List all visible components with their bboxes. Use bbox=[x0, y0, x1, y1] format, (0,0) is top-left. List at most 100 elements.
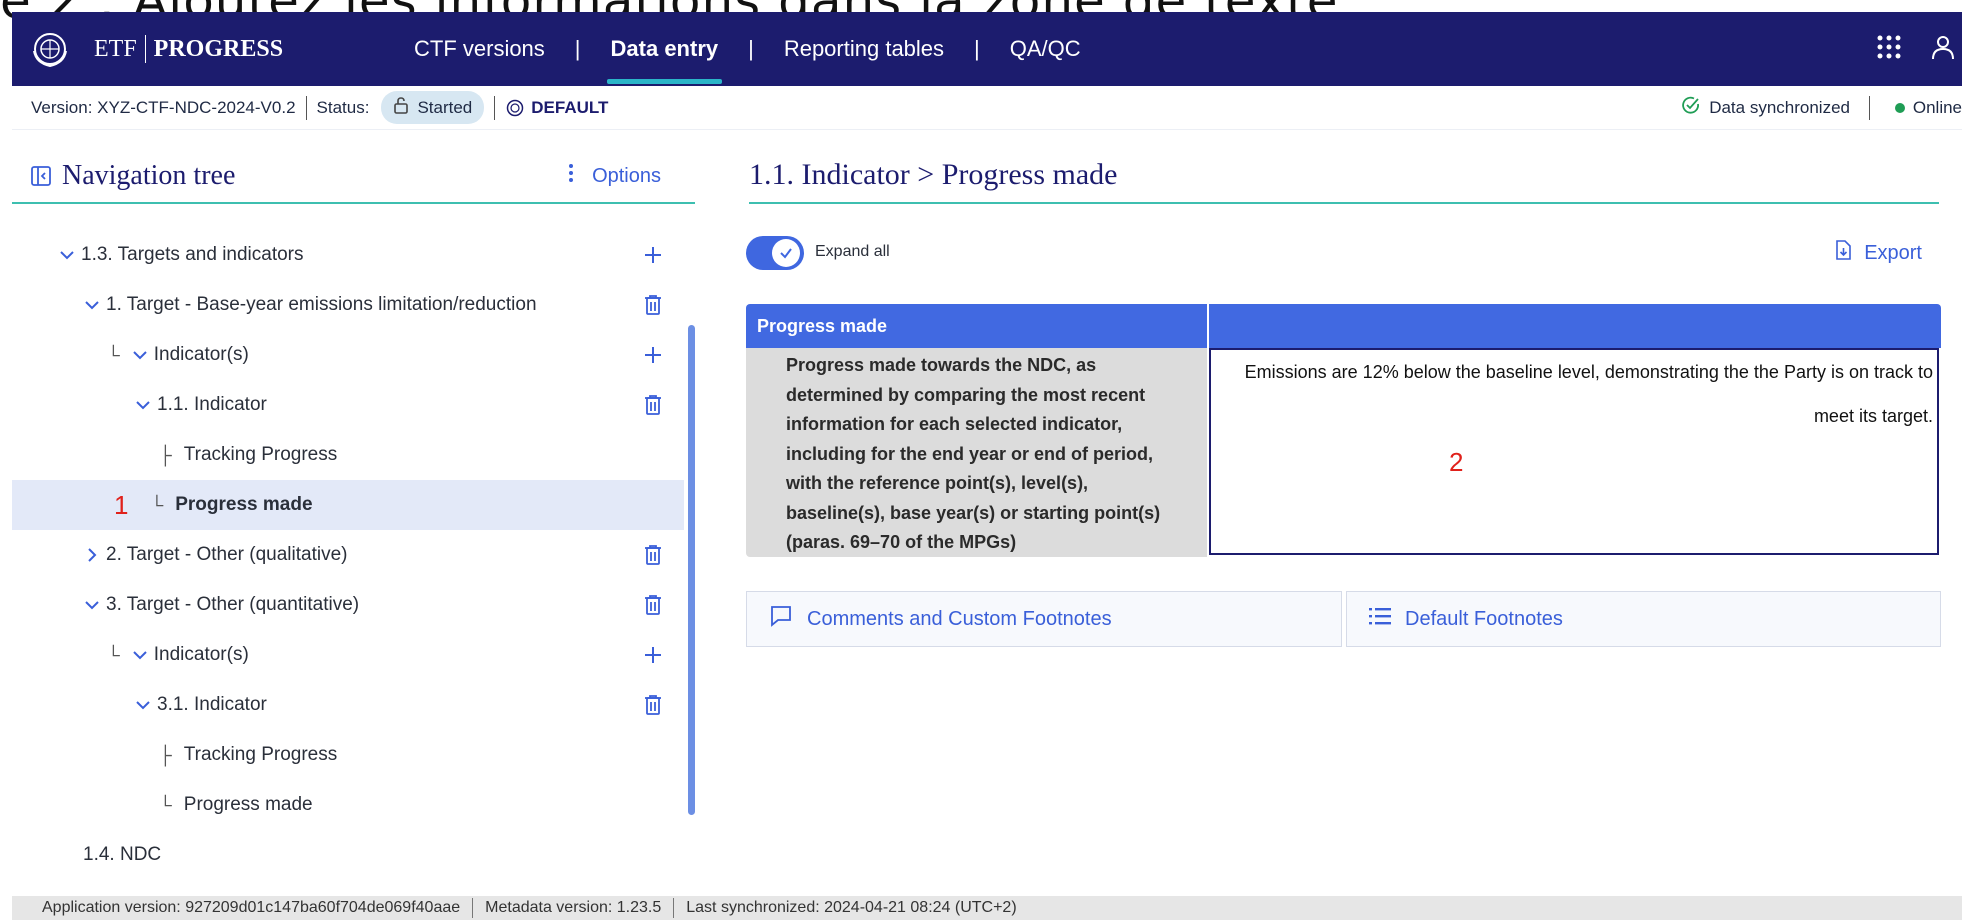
tree-item-target-1[interactable]: 1. Target - Base-year emissions limitati… bbox=[12, 280, 684, 330]
tree-item-target-2[interactable]: 2. Target - Other (qualitative) bbox=[12, 530, 684, 580]
trash-icon[interactable] bbox=[640, 592, 666, 618]
add-icon[interactable] bbox=[640, 642, 666, 668]
online-text: Online bbox=[1912, 97, 1962, 117]
expand-all-label: Expand all bbox=[815, 243, 890, 260]
tree-branch: └ bbox=[159, 794, 172, 815]
tree-item-progress-made-3[interactable]: └ Progress made bbox=[12, 780, 684, 830]
more-vertical-icon bbox=[568, 163, 574, 189]
un-emblem-small-icon bbox=[505, 98, 525, 118]
app-version: Application version: 927209d01c147ba60f7… bbox=[42, 899, 461, 916]
tree-item-indicators-3[interactable]: └ Indicator(s) bbox=[12, 630, 684, 680]
tree-item-progress-made-selected[interactable]: 1 └ Progress made bbox=[12, 480, 684, 530]
tree-item-label: 1.1. Indicator bbox=[157, 394, 267, 415]
tree-item-label: Indicator(s) bbox=[153, 344, 249, 365]
footnote-tabs: Comments and Custom Footnotes Default Fo… bbox=[746, 591, 1941, 647]
navigation-sidebar: Navigation tree Options 1.3. Targets and… bbox=[12, 130, 695, 896]
default-label: DEFAULT bbox=[531, 97, 609, 117]
chevron-down-icon[interactable] bbox=[135, 697, 151, 713]
comment-icon bbox=[769, 605, 793, 633]
nav-ctf-versions[interactable]: CTF versions bbox=[402, 12, 557, 86]
tree-item-ndc[interactable]: 1.4. NDC bbox=[12, 830, 684, 880]
tab-default-footnotes[interactable]: Default Footnotes bbox=[1346, 591, 1941, 647]
list-icon bbox=[1369, 607, 1391, 631]
expand-all-toggle[interactable] bbox=[746, 236, 804, 270]
sidebar-title: Navigation tree bbox=[62, 160, 236, 191]
sync-text: Data synchronized bbox=[1709, 97, 1850, 117]
tree-item-label: Progress made bbox=[183, 794, 313, 815]
unlock-icon bbox=[393, 96, 409, 119]
add-icon[interactable] bbox=[640, 242, 666, 268]
table-header-cell: Progress made bbox=[746, 304, 1207, 348]
export-button[interactable]: Export bbox=[1834, 240, 1922, 266]
collapse-panel-icon[interactable] bbox=[30, 165, 52, 187]
trash-icon[interactable] bbox=[640, 542, 666, 568]
trash-icon[interactable] bbox=[640, 292, 666, 318]
tree-item-indicators[interactable]: └ Indicator(s) bbox=[12, 330, 684, 380]
progress-text-value: Emissions are 12% below the baseline lev… bbox=[1244, 362, 1933, 426]
tree-item-tracking-progress[interactable]: ├ Tracking Progress bbox=[12, 430, 684, 480]
progress-table: Progress made Progress made towards the … bbox=[746, 304, 1941, 557]
divider bbox=[494, 95, 496, 120]
status-bar: Version: XYZ-CTF-NDC-2024-V0.2 Status: S… bbox=[12, 86, 1962, 130]
tree-item-target-3[interactable]: 3. Target - Other (quantitative) bbox=[12, 580, 684, 630]
tree-item-label: Indicator(s) bbox=[153, 644, 249, 665]
brand-progress: PROGRESS bbox=[153, 35, 284, 62]
sync-status: Data synchronized bbox=[1681, 95, 1850, 120]
tree-branch: └ bbox=[107, 344, 120, 365]
version-text: Version: XYZ-CTF-NDC-2024-V0.2 bbox=[31, 97, 296, 117]
options-label: Options bbox=[592, 164, 661, 187]
progress-text-input[interactable]: Emissions are 12% below the baseline lev… bbox=[1209, 348, 1939, 555]
table-row-label: Progress made towards the NDC, as determ… bbox=[746, 348, 1207, 557]
chevron-right-icon[interactable] bbox=[84, 547, 100, 563]
add-icon[interactable] bbox=[640, 342, 666, 368]
main-nav: CTF versions | Data entry | Reporting ta… bbox=[402, 12, 1093, 86]
apps-grid-icon[interactable] bbox=[1876, 34, 1902, 65]
nav-reporting-tables[interactable]: Reporting tables bbox=[772, 12, 956, 86]
nav-data-entry[interactable]: Data entry bbox=[599, 12, 731, 86]
divider bbox=[305, 95, 307, 120]
file-export-icon bbox=[1834, 240, 1852, 266]
tree-item-label: 3. Target - Other (quantitative) bbox=[106, 594, 360, 615]
tree-item-label: Tracking Progress bbox=[183, 744, 338, 765]
tree-item-label: 2. Target - Other (qualitative) bbox=[106, 544, 348, 565]
tree-branch: └ bbox=[107, 644, 120, 665]
chevron-down-icon[interactable] bbox=[59, 247, 75, 263]
tree-item-indicator-3-1[interactable]: 3.1. Indicator bbox=[12, 680, 684, 730]
tree-item-label: Tracking Progress bbox=[183, 444, 338, 465]
tree-item-label: 1. Target - Base-year emissions limitati… bbox=[106, 294, 537, 315]
sidebar-scrollbar[interactable] bbox=[688, 325, 695, 815]
chevron-down-icon[interactable] bbox=[132, 347, 148, 363]
un-emblem-icon bbox=[30, 29, 70, 69]
chevron-down-icon[interactable] bbox=[135, 397, 151, 413]
app-footer: Application version: 927209d01c147ba60f7… bbox=[12, 896, 1962, 920]
chevron-down-icon[interactable] bbox=[132, 647, 148, 663]
nav-qa-qc[interactable]: QA/QC bbox=[998, 12, 1093, 86]
trash-icon[interactable] bbox=[640, 692, 666, 718]
user-icon[interactable] bbox=[1930, 34, 1956, 65]
nav-separator: | bbox=[748, 36, 754, 61]
annotation-marker-1: 1 bbox=[114, 489, 129, 520]
nav-separator: | bbox=[974, 36, 980, 61]
sidebar-header: Navigation tree Options bbox=[12, 150, 695, 204]
chevron-down-icon[interactable] bbox=[84, 297, 100, 313]
tree-item-label: 1.3. Targets and indicators bbox=[81, 244, 304, 265]
trash-icon[interactable] bbox=[640, 392, 666, 418]
main-content: 1.1. Indicator > Progress made Expand al… bbox=[695, 130, 1962, 896]
tree-item-label: 3.1. Indicator bbox=[157, 694, 267, 715]
tree-item-tracking-progress-3[interactable]: ├ Tracking Progress bbox=[12, 730, 684, 780]
divider bbox=[1869, 95, 1870, 120]
tab-comments-footnotes[interactable]: Comments and Custom Footnotes bbox=[746, 591, 1342, 647]
metadata-version: Metadata version: 1.23.5 bbox=[485, 899, 662, 916]
nav-separator: | bbox=[574, 36, 581, 61]
divider bbox=[472, 898, 474, 918]
check-icon bbox=[772, 239, 800, 267]
app-logo[interactable]: ETF PROGRESS bbox=[30, 29, 283, 69]
status-value: Started bbox=[417, 97, 473, 117]
options-button[interactable]: Options bbox=[568, 163, 661, 189]
brand-etf: ETF bbox=[94, 35, 137, 62]
brand-divider bbox=[144, 35, 146, 63]
tree-item-indicator-1-1[interactable]: 1.1. Indicator bbox=[12, 380, 684, 430]
tree-item-targets-indicators[interactable]: 1.3. Targets and indicators bbox=[12, 230, 684, 280]
tree-branch: ├ bbox=[159, 444, 172, 465]
chevron-down-icon[interactable] bbox=[84, 597, 100, 613]
